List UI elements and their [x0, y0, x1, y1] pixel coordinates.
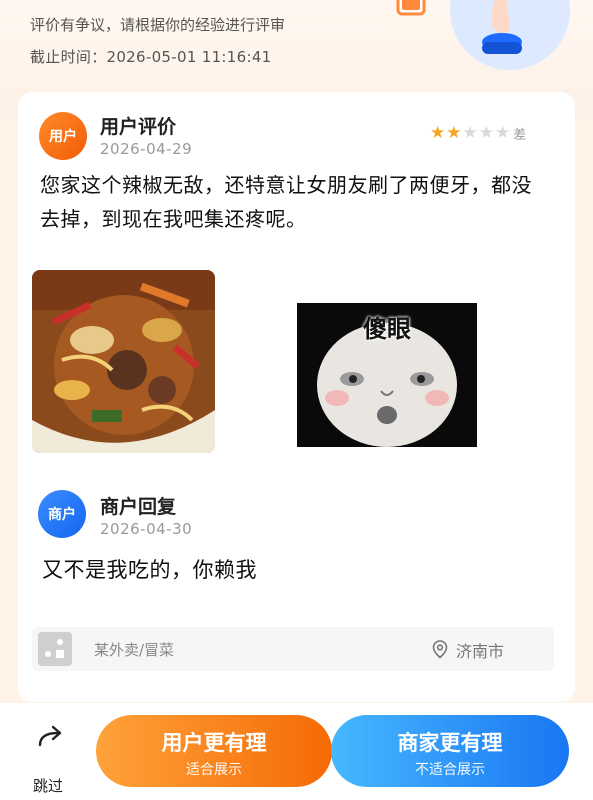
store-name: 某外卖/冒菜: [94, 641, 175, 659]
review-card: 用户 用户评价 2026-04-29 ★ ★ ★ ★ ★ 差 您家这个辣椒无敌，…: [18, 92, 575, 702]
merchant-avatar: 商户: [38, 490, 86, 538]
skip-button[interactable]: 跳过: [24, 719, 80, 795]
skip-label: 跳过: [33, 777, 64, 795]
vote-merchant-button[interactable]: 商家更有理 不适合展示: [331, 715, 569, 787]
star-filled-icon: ★: [430, 123, 446, 143]
rating-label: 差: [513, 128, 527, 143]
reply-text: 又不是我吃的，你赖我: [42, 558, 257, 582]
vote-user-button[interactable]: 用户更有理 适合展示: [96, 715, 332, 787]
review-photo-food[interactable]: [32, 270, 215, 453]
vote-user-sublabel: 适合展示: [186, 762, 242, 778]
store-info-bar[interactable]: 某外卖/冒菜 济南市: [32, 627, 554, 671]
star-empty-icon: ★: [462, 123, 478, 143]
dispute-notice: 评价有争议，请根据你的经验进行评审: [30, 16, 286, 34]
voting-illustration: [396, 0, 570, 70]
vote-user-label: 用户更有理: [161, 731, 267, 755]
store-thumbnail: [38, 632, 72, 666]
review-date: 2026-04-29: [100, 140, 193, 158]
review-text: 您家这个辣椒无敌，还特意让女朋友刷了两便牙，都没去掉，到现在我吧集还疼呢。: [40, 173, 532, 231]
review-author: 用户评价: [100, 116, 177, 138]
deadline-text: 截止时间：2026-05-01 11:16:41: [30, 48, 272, 66]
food-photo-image: [32, 270, 215, 453]
review-photo-meme[interactable]: 傻眼: [297, 303, 477, 447]
user-avatar: 用户: [39, 112, 87, 160]
vote-merchant-sublabel: 不适合展示: [415, 762, 485, 778]
reply-date: 2026-04-30: [100, 520, 193, 538]
store-city: 济南市: [456, 642, 505, 661]
star-empty-icon: ★: [495, 123, 511, 143]
skip-arrow-icon: [38, 725, 62, 747]
location-pin-icon: [432, 640, 448, 659]
star-empty-icon: ★: [478, 123, 494, 143]
star-filled-icon: ★: [446, 123, 462, 143]
bottom-action-bar: 跳过 用户更有理 适合展示 商家更有理 不适合展示: [0, 703, 593, 800]
vote-merchant-label: 商家更有理: [397, 731, 503, 755]
star-rating: ★ ★ ★ ★ ★ 差: [430, 123, 527, 144]
reply-author: 商户回复: [100, 496, 177, 518]
meme-caption: 傻眼: [363, 315, 411, 343]
